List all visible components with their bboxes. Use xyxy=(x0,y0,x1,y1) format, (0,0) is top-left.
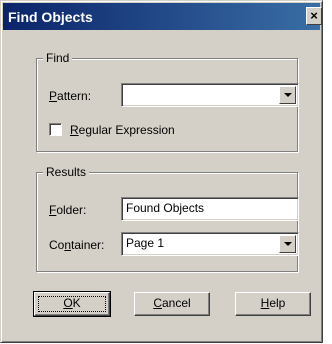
container-value: Page 1 xyxy=(126,236,165,250)
container-dropdown-button[interactable] xyxy=(279,235,296,253)
find-group-title: Find xyxy=(43,51,73,65)
find-objects-dialog: Find Objects × Find Pattern: Regular Exp… xyxy=(0,0,323,343)
container-combobox[interactable]: Page 1 xyxy=(121,232,299,256)
title-bar[interactable]: Find Objects × xyxy=(3,3,322,30)
help-button[interactable]: Help xyxy=(235,292,311,316)
ok-button[interactable]: OK xyxy=(33,291,111,317)
chevron-down-icon xyxy=(284,93,292,97)
container-label: Container: xyxy=(49,238,105,252)
close-icon: × xyxy=(310,8,318,23)
pattern-combobox[interactable] xyxy=(121,83,299,107)
folder-value: Found Objects xyxy=(126,201,205,215)
pattern-label: Pattern: xyxy=(49,89,92,103)
find-group: Find Pattern: Regular Expression xyxy=(36,51,299,152)
focus-rect xyxy=(38,296,106,312)
regex-label[interactable]: Regular Expression xyxy=(70,123,175,137)
pattern-dropdown-button[interactable] xyxy=(279,86,296,104)
regex-checkbox[interactable] xyxy=(49,123,62,136)
chevron-down-icon xyxy=(284,242,292,246)
folder-label: Folder: xyxy=(49,203,87,217)
window-title: Find Objects xyxy=(8,9,93,25)
folder-field[interactable]: Found Objects xyxy=(121,197,299,221)
results-group: Results Folder: Found Objects Container:… xyxy=(36,165,299,272)
close-button[interactable]: × xyxy=(306,7,322,25)
results-group-title: Results xyxy=(43,165,90,179)
cancel-button[interactable]: Cancel xyxy=(134,292,210,316)
